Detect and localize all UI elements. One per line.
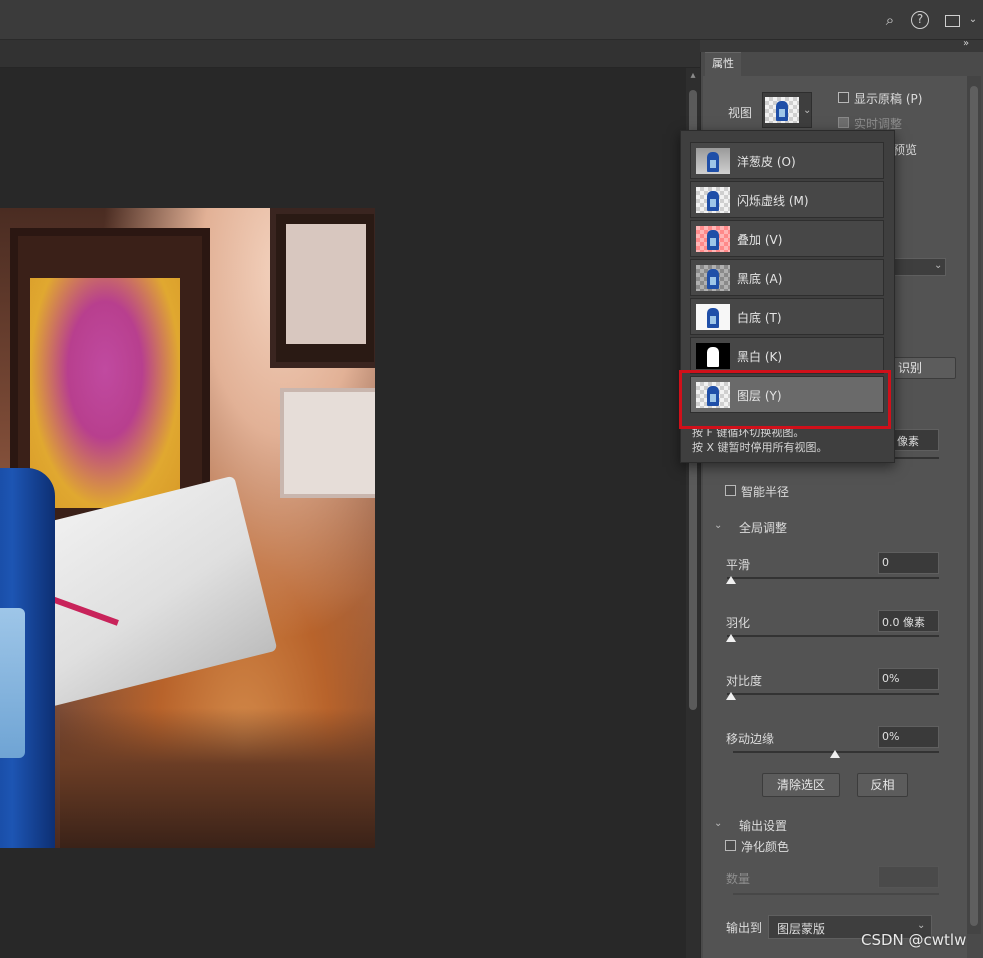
view-label: 视图 (728, 106, 753, 120)
on-white-icon (696, 304, 730, 330)
amount-label: 数量 (726, 872, 751, 886)
smooth-slider-knob[interactable] (726, 576, 736, 584)
scroll-up-icon[interactable]: ▴ (686, 70, 700, 84)
feather-input[interactable]: 0.0 像素 (878, 610, 939, 632)
search-icon[interactable]: ⌕ (880, 10, 900, 30)
options-bar (0, 40, 700, 68)
edge-mode-dropdown[interactable]: ⌄ (893, 258, 946, 276)
contrast-slider[interactable] (727, 693, 939, 695)
radius-slider[interactable] (893, 457, 939, 459)
help-icon[interactable]: ? (911, 11, 929, 29)
identify-button[interactable]: 识别 (893, 357, 956, 379)
view-option-on-black[interactable]: 黑底 (A) (690, 259, 884, 296)
chevron-down-icon[interactable]: ⌄ (714, 520, 722, 531)
shift-edge-slider-knob[interactable] (830, 750, 840, 758)
view-option-overlay[interactable]: 叠加 (V) (690, 220, 884, 257)
smart-radius-checkbox[interactable] (725, 485, 736, 496)
feather-slider[interactable] (727, 635, 939, 637)
output-to-value: 图层蒙版 (777, 922, 826, 936)
chevron-down-icon: ⌄ (934, 260, 943, 271)
clear-selection-button[interactable]: 清除选区 (762, 773, 840, 797)
smooth-input[interactable]: 0 (878, 552, 939, 574)
view-option-label: 叠加 (V) (737, 233, 783, 247)
global-adjust-heading: 全局调整 (739, 521, 788, 535)
view-option-label: 闪烁虚线 (M) (737, 194, 809, 208)
show-original-checkbox[interactable] (838, 92, 849, 103)
chevron-down-icon[interactable]: ⌄ (963, 10, 983, 30)
marching-ants-icon (696, 187, 730, 213)
panel-scrollbar[interactable] (967, 76, 981, 934)
amount-input (878, 866, 939, 888)
popup-hint-disable: 按 X 键暂时停用所有视图。 (692, 441, 828, 454)
chevron-down-icon: ⌄ (803, 105, 812, 116)
decontaminate-checkbox[interactable] (725, 840, 736, 851)
view-mode-dropdown[interactable]: ⌄ (762, 92, 812, 128)
shift-edge-label: 移动边缘 (726, 732, 775, 746)
preview-label: 预览 (893, 143, 918, 157)
workspace-icon[interactable] (942, 10, 962, 30)
feather-label: 羽化 (726, 616, 751, 630)
chevron-down-icon: ⌄ (917, 920, 926, 931)
view-option-black-white[interactable]: 黑白 (K) (690, 337, 884, 374)
smart-radius-label: 智能半径 (741, 485, 790, 499)
contrast-slider-knob[interactable] (726, 692, 736, 700)
amount-slider (733, 893, 939, 895)
view-option-onion-skin[interactable]: 洋葱皮 (O) (690, 142, 884, 179)
on-layers-icon (765, 97, 799, 123)
view-option-label: 黑白 (K) (737, 350, 783, 364)
tab-properties[interactable]: 属性 (705, 52, 741, 76)
onion-skin-icon (696, 148, 730, 174)
view-option-marching-ants[interactable]: 闪烁虚线 (M) (690, 181, 884, 218)
document-image (0, 208, 375, 848)
view-option-label: 洋葱皮 (O) (737, 155, 796, 169)
smooth-slider[interactable] (727, 577, 939, 579)
overlay-icon (696, 226, 730, 252)
black-white-icon (696, 343, 730, 369)
view-option-on-white[interactable]: 白底 (T) (690, 298, 884, 335)
watermark: CSDN @cwtlw (861, 931, 967, 949)
view-option-label: 黑底 (A) (737, 272, 783, 286)
contrast-label: 对比度 (726, 674, 763, 688)
on-black-icon (696, 265, 730, 291)
contrast-input[interactable]: 0% (878, 668, 939, 690)
output-settings-heading: 输出设置 (739, 819, 788, 833)
chevron-down-icon[interactable]: ⌄ (714, 818, 722, 829)
shift-edge-input[interactable]: 0% (878, 726, 939, 748)
output-to-label: 输出到 (726, 921, 763, 935)
view-option-label: 白底 (T) (737, 311, 782, 325)
collapse-panel-icon[interactable]: » (963, 38, 969, 49)
radius-input[interactable]: 像素 (893, 429, 939, 451)
decontaminate-label: 净化颜色 (741, 840, 790, 854)
app-top-bar: ⌕ ? ⌄ (0, 0, 983, 40)
show-original-label: 显示原稿 (P) (854, 92, 923, 106)
panel-header (700, 40, 983, 52)
smooth-label: 平滑 (726, 558, 751, 572)
invert-button[interactable]: 反相 (857, 773, 908, 797)
feather-slider-knob[interactable] (726, 634, 736, 642)
realtime-checkbox[interactable] (838, 117, 849, 128)
